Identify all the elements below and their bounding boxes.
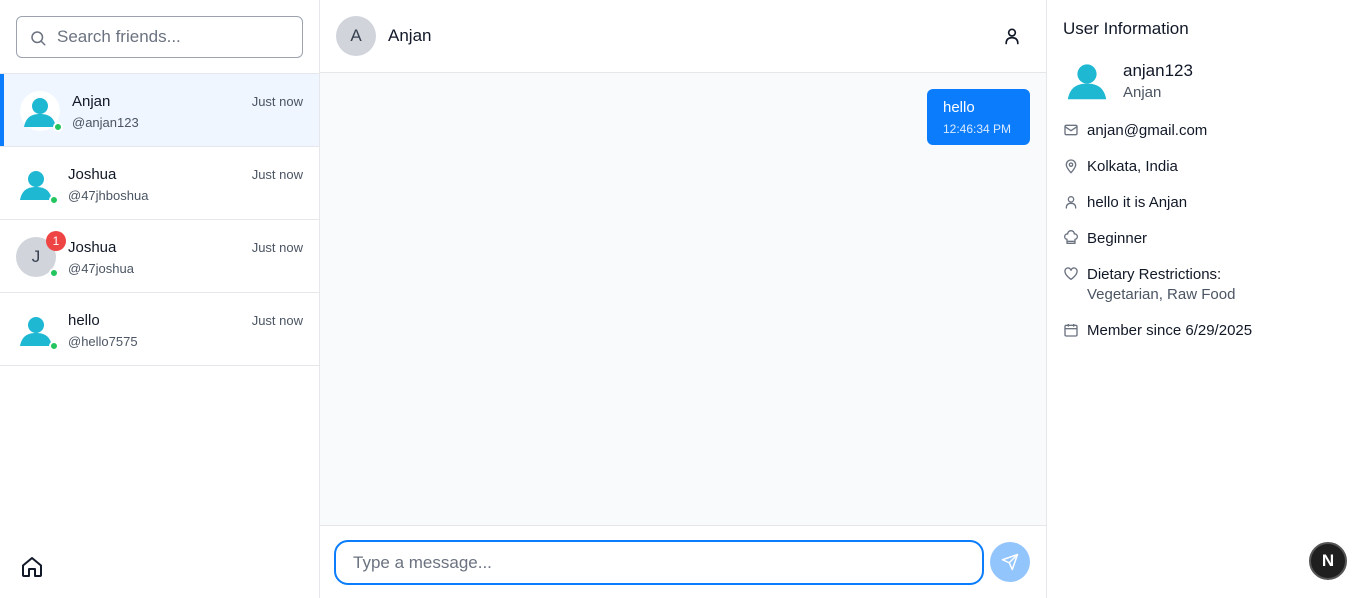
friend-name: Joshua: [68, 239, 117, 256]
bio-row: hello it is Anjan: [1063, 193, 1187, 213]
friend-name: Anjan: [72, 93, 111, 110]
chat-avatar: A: [336, 16, 376, 56]
dietary-row: Dietary Restrictions: Vegetarian, Raw Fo…: [1063, 265, 1235, 305]
user-bio: hello it is Anjan: [1087, 194, 1188, 211]
avatar: [16, 310, 59, 351]
user-profile-icon[interactable]: [1002, 26, 1022, 46]
person-icon: [1067, 64, 1107, 100]
dietary-value: Vegetarian, Raw Food: [1087, 286, 1236, 303]
avatar: J 1: [16, 231, 66, 278]
level-row: Beginner: [1063, 229, 1147, 249]
message-timestamp: 12:46:34 PM: [943, 122, 1012, 136]
dietary-block: Dietary Restrictions: Vegetarian, Raw Fo…: [1087, 265, 1235, 305]
friends-sidebar: Anjan @anjan123 Just now Joshua @47jhbos…: [0, 0, 320, 598]
friend-item-joshua-2[interactable]: J 1 Joshua @47joshua Just now: [0, 220, 319, 293]
message-input[interactable]: [334, 540, 984, 585]
email-row: anjan@gmail.com: [1063, 121, 1207, 141]
location-pin-icon: [1065, 159, 1077, 174]
friend-item-hello[interactable]: hello @hello7575 Just now: [0, 293, 319, 366]
user-display-name: Anjan: [1123, 84, 1162, 101]
user-skill-level: Beginner: [1087, 230, 1148, 247]
user-icon: [1065, 196, 1077, 209]
unread-badge: 1: [46, 231, 66, 251]
friend-last-active: Just now: [251, 240, 303, 255]
chat-header: A Anjan: [320, 0, 1046, 73]
chat-contact-name: Anjan: [388, 26, 432, 45]
search-input[interactable]: [57, 17, 297, 57]
friend-name: Joshua: [68, 166, 117, 183]
message-composer: [320, 525, 1046, 598]
dietary-label: Dietary Restrictions:: [1087, 266, 1222, 283]
friend-last-active: Just now: [251, 94, 303, 109]
dev-badge-letter: N: [1321, 551, 1335, 570]
calendar-icon: [1064, 324, 1078, 337]
dev-tools-badge[interactable]: N: [1309, 542, 1347, 580]
user-location: Kolkata, India: [1087, 158, 1178, 175]
friend-handle: @47jhboshua: [68, 188, 149, 203]
friend-last-active: Just now: [251, 167, 303, 182]
friend-last-active: Just now: [251, 313, 303, 328]
avatar: [20, 91, 63, 132]
chat-panel: A Anjan hello 12:46:34 PM: [320, 0, 1047, 598]
friend-name: hello: [68, 312, 100, 329]
member-since: Member since 6/29/2025: [1087, 322, 1253, 339]
search-icon: [31, 31, 46, 46]
friend-handle: @hello7575: [68, 334, 138, 349]
send-icon: [1001, 553, 1019, 571]
user-info-panel: User Information anjan123 Anjan anjan@gm…: [1047, 0, 1362, 598]
user-username: anjan123: [1123, 61, 1193, 80]
user-avatar: [1063, 56, 1111, 104]
online-status-dot: [49, 341, 59, 351]
user-email: anjan@gmail.com: [1087, 122, 1208, 139]
location-row: Kolkata, India: [1063, 157, 1178, 177]
heart-icon: [1064, 267, 1078, 280]
mail-icon: [1064, 124, 1078, 136]
home-icon[interactable]: [20, 555, 44, 579]
send-button[interactable]: [990, 542, 1030, 582]
online-status-dot: [49, 268, 59, 278]
online-status-dot: [53, 122, 63, 132]
panel-title: User Information: [1063, 19, 1189, 38]
message-text: hello: [943, 99, 975, 116]
message-list: hello 12:46:34 PM: [320, 73, 1046, 525]
friend-item-joshua[interactable]: Joshua @47jhboshua Just now: [0, 147, 319, 220]
avatar: [16, 164, 59, 205]
friend-handle: @anjan123: [72, 115, 139, 130]
avatar-initial: J: [31, 247, 41, 266]
sent-message-bubble: hello 12:46:34 PM: [927, 89, 1030, 145]
friend-item-anjan[interactable]: Anjan @anjan123 Just now: [0, 74, 319, 147]
friend-handle: @47joshua: [68, 261, 134, 276]
search-section: [0, 0, 319, 74]
member-since-row: Member since 6/29/2025: [1063, 321, 1252, 341]
chef-hat-icon: [1063, 230, 1079, 244]
avatar-initial: A: [350, 26, 362, 45]
search-box[interactable]: [16, 16, 303, 58]
online-status-dot: [49, 195, 59, 205]
